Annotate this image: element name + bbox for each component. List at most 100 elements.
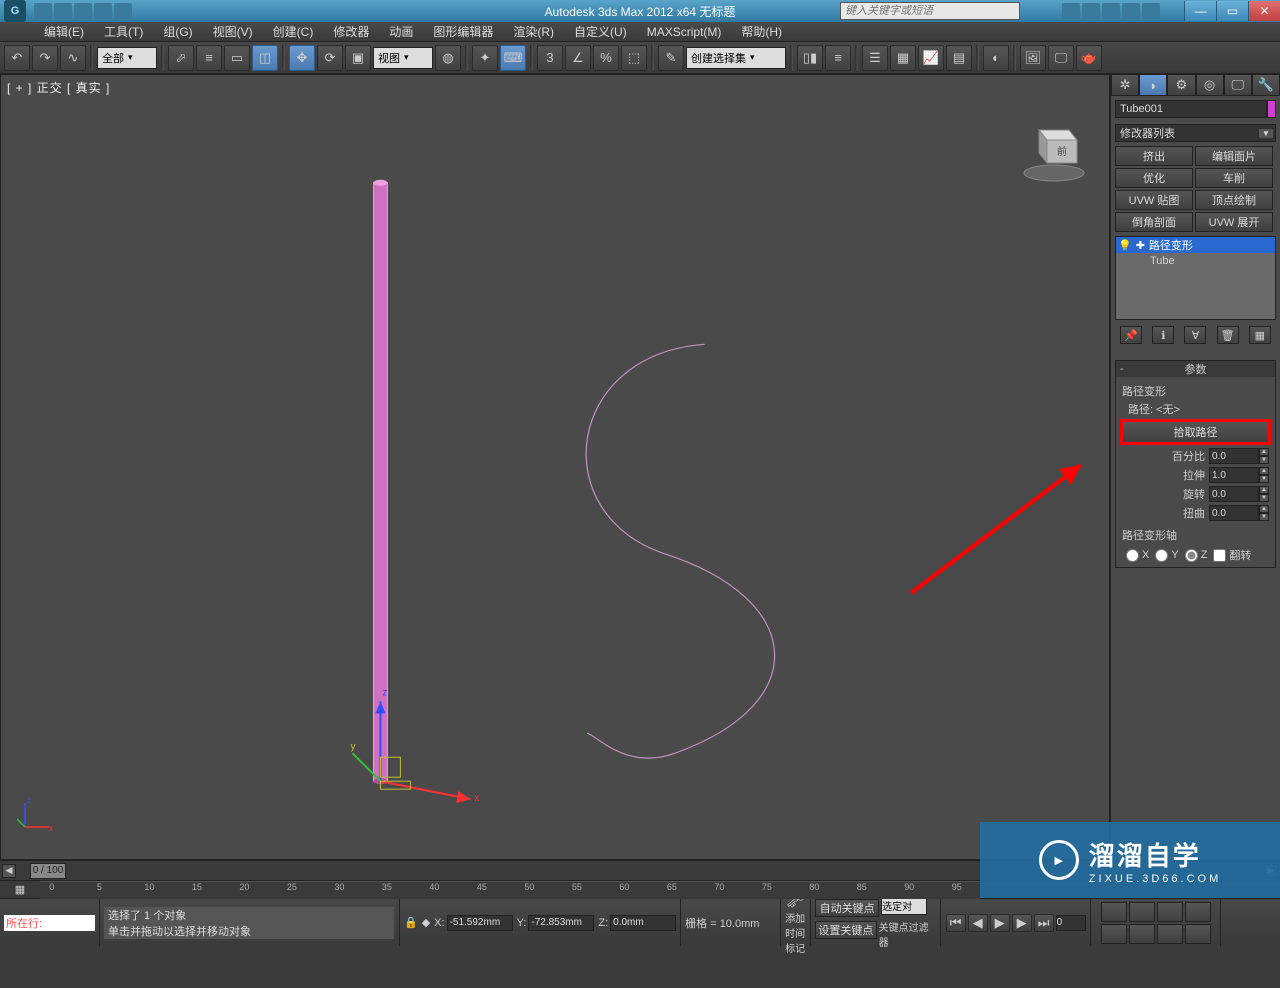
- mod-unwrap[interactable]: UVW 展开: [1195, 212, 1273, 232]
- orbit-icon[interactable]: [1185, 902, 1211, 922]
- schematic-icon[interactable]: ▤: [946, 45, 972, 71]
- menu-create[interactable]: 创建(C): [267, 21, 320, 42]
- zoom-extents-all-icon[interactable]: [1129, 924, 1155, 944]
- viewcube[interactable]: 前: [1019, 115, 1089, 185]
- time-slider[interactable]: 0 / 100: [30, 863, 66, 879]
- modifier-stack[interactable]: 💡 ✚ 路径变形 Tube: [1115, 236, 1276, 320]
- viewport[interactable]: [ + ] 正交 [ 真实 ] z x y: [0, 74, 1110, 860]
- object-color-swatch[interactable]: [1267, 100, 1276, 118]
- menu-customize[interactable]: 自定义(U): [568, 21, 633, 42]
- mod-vertexpaint[interactable]: 顶点绘制: [1195, 190, 1273, 210]
- menu-tools[interactable]: 工具(T): [98, 21, 149, 42]
- transform-type-icon[interactable]: ◆: [422, 916, 430, 929]
- twist-spinner[interactable]: ▲▼: [1209, 505, 1269, 521]
- move-icon[interactable]: ✥: [289, 45, 315, 71]
- redo-icon[interactable]: ↷: [32, 45, 58, 71]
- select-name-icon[interactable]: ≡: [196, 45, 222, 71]
- close-button[interactable]: ✕: [1248, 1, 1280, 21]
- spinner-snap-icon[interactable]: ⬚: [621, 45, 647, 71]
- menu-modifiers[interactable]: 修改器: [327, 21, 375, 42]
- material-editor-icon[interactable]: ◐: [983, 45, 1009, 71]
- percent-snap-icon[interactable]: %: [593, 45, 619, 71]
- menu-group[interactable]: 组(G): [157, 21, 198, 42]
- mod-optimize[interactable]: 优化: [1115, 168, 1193, 188]
- scroll-left-icon[interactable]: ◀: [2, 864, 16, 878]
- minimize-button[interactable]: —: [1184, 1, 1216, 21]
- curve-editor-icon[interactable]: 📈: [918, 45, 944, 71]
- lock-icon[interactable]: 🔒: [404, 916, 418, 929]
- prev-frame-icon[interactable]: ◀: [968, 914, 988, 932]
- play-icon[interactable]: ▶: [990, 914, 1010, 932]
- select-region-icon[interactable]: ▭: [224, 45, 250, 71]
- remove-mod-icon[interactable]: 🗑: [1217, 326, 1239, 344]
- edit-selection-set-icon[interactable]: ✎: [658, 45, 684, 71]
- render-icon[interactable]: 🫖: [1076, 45, 1102, 71]
- autokey-button[interactable]: 自动关键点: [815, 899, 879, 917]
- binoculars-icon[interactable]: [1062, 3, 1080, 19]
- mod-uvwmap[interactable]: UVW 贴图: [1115, 190, 1193, 210]
- menu-grapheditors[interactable]: 图形编辑器: [427, 21, 499, 42]
- star-icon[interactable]: [1122, 3, 1140, 19]
- help-search-input[interactable]: [840, 2, 1020, 20]
- wrench-icon[interactable]: [1082, 3, 1100, 19]
- tab-create-icon[interactable]: ✲: [1111, 74, 1139, 96]
- snap-toggle-icon[interactable]: 3: [537, 45, 563, 71]
- flip-checkbox[interactable]: [1213, 549, 1226, 562]
- tab-motion-icon[interactable]: ◎: [1196, 74, 1224, 96]
- render-setup-icon[interactable]: 🖼: [1020, 45, 1046, 71]
- stack-item-tube[interactable]: Tube: [1116, 253, 1275, 269]
- undo-icon[interactable]: ↶: [4, 45, 30, 71]
- mod-extrude[interactable]: 挤出: [1115, 146, 1193, 166]
- mirror-icon[interactable]: ▯▮: [797, 45, 823, 71]
- tab-display-icon[interactable]: 🖵: [1224, 74, 1252, 96]
- make-unique-icon[interactable]: ∀: [1184, 326, 1206, 344]
- show-end-icon[interactable]: ℹ: [1152, 326, 1174, 344]
- qat-new-icon[interactable]: [34, 3, 52, 19]
- axis-y-radio[interactable]: [1155, 549, 1168, 562]
- select-icon[interactable]: ⬀: [168, 45, 194, 71]
- qat-undo-icon[interactable]: [94, 3, 112, 19]
- selected-filter[interactable]: [881, 897, 927, 915]
- configure-icon[interactable]: ▦: [1249, 326, 1271, 344]
- mod-editpatch[interactable]: 编辑面片: [1195, 146, 1273, 166]
- ref-coord-dropdown[interactable]: 视图▾: [373, 47, 433, 69]
- help-search[interactable]: [840, 2, 1020, 20]
- object-name-input[interactable]: [1115, 100, 1267, 118]
- setkey-button[interactable]: 设置关键点: [815, 921, 876, 939]
- qat-save-icon[interactable]: [74, 3, 92, 19]
- pin-stack-icon[interactable]: 📌: [1120, 326, 1142, 344]
- pan-icon[interactable]: [1157, 924, 1183, 944]
- menu-help[interactable]: 帮助(H): [735, 21, 788, 42]
- goto-start-icon[interactable]: ⏮: [946, 914, 966, 932]
- selection-filter-dropdown[interactable]: 全部▾: [97, 47, 157, 69]
- time-tag-dd[interactable]: 添加时间标记: [785, 910, 806, 955]
- mod-lathe[interactable]: 车削: [1195, 168, 1273, 188]
- select-manipulate-icon[interactable]: ✦: [472, 45, 498, 71]
- qat-open-icon[interactable]: [54, 3, 72, 19]
- help-icon[interactable]: [1142, 3, 1160, 19]
- mod-bevelprofile[interactable]: 倒角剖面: [1115, 212, 1193, 232]
- zoom-extents-icon[interactable]: [1129, 902, 1155, 922]
- current-frame-input[interactable]: [1056, 915, 1086, 931]
- window-crossing-icon[interactable]: ◫: [252, 45, 278, 71]
- percent-spinner[interactable]: ▲▼: [1209, 448, 1269, 464]
- link-icon[interactable]: ∿: [60, 45, 86, 71]
- menu-views[interactable]: 视图(V): [207, 21, 259, 42]
- layers-icon[interactable]: ☰: [862, 45, 888, 71]
- modifier-list-dropdown[interactable]: 修改器列表: [1115, 124, 1276, 142]
- stretch-spinner[interactable]: ▲▼: [1209, 467, 1269, 483]
- coord-y-input[interactable]: [528, 915, 594, 931]
- pick-path-button[interactable]: 拾取路径: [1122, 421, 1269, 443]
- qat-redo-icon[interactable]: [114, 3, 132, 19]
- zoom-all-icon[interactable]: [1101, 924, 1127, 944]
- goto-end-icon[interactable]: ⏭: [1034, 914, 1054, 932]
- tab-modify-icon[interactable]: ◗: [1139, 74, 1167, 96]
- tab-utilities-icon[interactable]: 🔧: [1252, 74, 1280, 96]
- zoom-icon[interactable]: [1101, 902, 1127, 922]
- align-icon[interactable]: ≡: [825, 45, 851, 71]
- keyfilter-label[interactable]: 关键点过滤器: [879, 919, 937, 949]
- next-frame-icon[interactable]: ▶: [1012, 914, 1032, 932]
- menu-edit[interactable]: 编辑(E): [38, 21, 90, 42]
- stack-item-pathdeform[interactable]: 💡 ✚ 路径变形: [1116, 237, 1275, 253]
- graphite-icon[interactable]: ▦: [890, 45, 916, 71]
